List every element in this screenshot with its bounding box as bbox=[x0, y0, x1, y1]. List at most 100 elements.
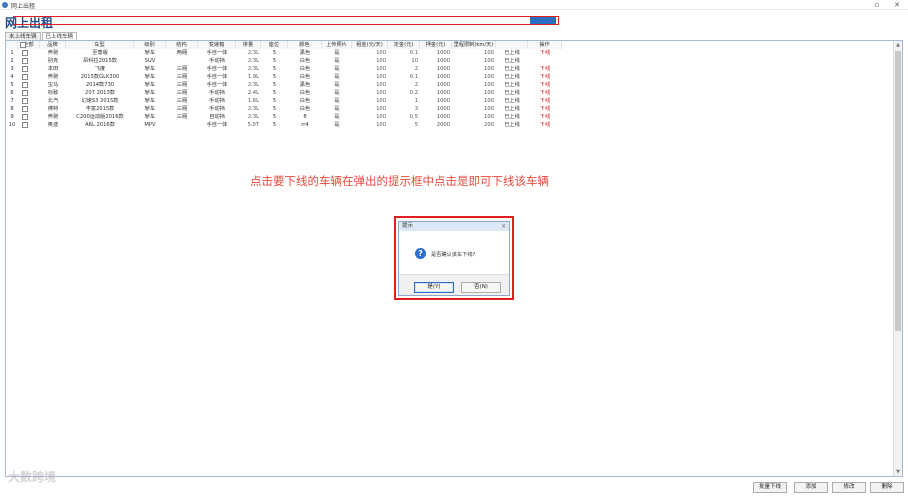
row-checkbox[interactable] bbox=[22, 114, 28, 120]
app-icon bbox=[2, 2, 8, 8]
table-row[interactable]: 9 奔驰 C200运动版2016款 轿车 三厢 自动挡 2.3L 5 8 是 100 0.5 1000 1… bbox=[6, 113, 562, 121]
offline-link[interactable]: 下线 bbox=[528, 81, 562, 89]
row-checkbox[interactable] bbox=[22, 82, 28, 88]
table-cell: 轿车 bbox=[144, 106, 156, 112]
offline-link[interactable]: 下线 bbox=[528, 105, 562, 113]
row-checkbox[interactable] bbox=[22, 50, 28, 56]
table-cell: 是 bbox=[334, 82, 340, 88]
offline-link[interactable]: 下线 bbox=[528, 65, 562, 73]
table-row[interactable]: 5 宝马 2014款730 轿车 三厢 手自一体 2.3L 5 黑色 是 100 2 1000 100 已上… bbox=[6, 81, 562, 89]
table-cell: 5 bbox=[10, 82, 14, 88]
column-header-3: 车型 bbox=[66, 41, 134, 49]
row-checkbox[interactable] bbox=[22, 90, 28, 96]
column-header-4: 级别 bbox=[134, 41, 166, 49]
table-cell: 是 bbox=[334, 98, 340, 104]
row-checkbox[interactable] bbox=[22, 122, 28, 128]
table-row[interactable]: 3 本田 飞度 轿车 三厢 手自一体 2.3L 5 白色 是 100 2 1000 100 已上线 下线 bbox=[6, 65, 562, 73]
column-header-6: 变速箱 bbox=[198, 41, 236, 49]
table-cell: 1000 bbox=[436, 50, 450, 56]
vertical-scrollbar[interactable]: ▲ ▼ bbox=[893, 41, 902, 476]
table-cell: 已上线 bbox=[504, 114, 520, 120]
row-checkbox[interactable] bbox=[22, 74, 28, 80]
table-cell: 白色 bbox=[299, 106, 311, 112]
table-cell: 三厢 bbox=[176, 106, 188, 112]
table-cell: 1.9L bbox=[247, 74, 259, 80]
scroll-down-icon[interactable]: ▼ bbox=[894, 468, 902, 476]
table-cell: 本田 bbox=[47, 66, 59, 72]
offline-link[interactable]: 下线 bbox=[528, 73, 562, 81]
table-cell: 三厢 bbox=[176, 74, 188, 80]
table-cell: 5 bbox=[272, 82, 277, 88]
table-cell: 5 bbox=[272, 122, 277, 128]
table-cell: 5 bbox=[272, 98, 277, 104]
restore-icon[interactable]: ▫ bbox=[870, 0, 884, 10]
table-row[interactable]: 4 奔驰 2015款GLK300 轿车 三厢 手自一体 1.9L 5 白色 是 100 0.1 1000… bbox=[6, 73, 562, 81]
column-header-14: 里程限制(km/天) bbox=[452, 41, 496, 49]
table-cell: 是 bbox=[334, 50, 340, 56]
table-cell: 三厢 bbox=[176, 114, 188, 120]
column-header-15 bbox=[496, 41, 528, 49]
table-row[interactable]: 6 标致 207 2013款 轿车 三厢 手动挡 2.4L 5 白色 是 100 0.2 1000 100… bbox=[6, 89, 562, 97]
column-header-2: 品牌 bbox=[40, 41, 66, 49]
table-cell: 2 bbox=[414, 82, 418, 88]
table-row[interactable]: 7 北汽 幻速S3 2015款 轿车 三厢 手动挡 1.6L 5 白色 是 100 1 1000 100 已… bbox=[6, 97, 562, 105]
table-cell: 是 bbox=[334, 74, 340, 80]
table-cell: 2.3L bbox=[247, 50, 259, 56]
table-cell: 是 bbox=[334, 58, 340, 64]
table-cell: 1000 bbox=[436, 66, 450, 72]
offline-link[interactable]: 下线 bbox=[528, 89, 562, 97]
dialog-close-icon[interactable]: ✕ bbox=[501, 222, 506, 231]
yes-button[interactable]: 是(Y) bbox=[414, 282, 454, 293]
batch-offline-button[interactable]: 批量下线 bbox=[753, 482, 787, 493]
table-row[interactable]: 8 佛特 丰富2015款 轿车 三厢 手动挡 2.3L 5 白色 是 100 3 1000 100 已上线 下… bbox=[6, 105, 562, 113]
table-cell: 3 bbox=[414, 106, 418, 112]
add-button[interactable]: 添加 bbox=[794, 482, 828, 493]
table-cell: 昂科拉2015款 bbox=[83, 58, 117, 64]
page-title: 网上出租 bbox=[5, 16, 54, 30]
table-cell: 100 bbox=[484, 82, 494, 88]
table-row[interactable]: 1 奔驰 至尊版 轿车 两厢 手自一体 2.3L 5 黑色 是 100 0.1 1000 100 已上线 下线 bbox=[6, 49, 562, 57]
table-cell: 7 bbox=[10, 98, 14, 104]
column-header-12: 定金(元) bbox=[388, 41, 420, 49]
table-cell: 5 bbox=[272, 66, 277, 72]
table-cell: 0.2 bbox=[409, 90, 418, 96]
table-cell: 手动挡 bbox=[209, 98, 225, 104]
scroll-thumb[interactable] bbox=[895, 51, 901, 331]
delete-button[interactable]: 删除 bbox=[870, 482, 904, 493]
table-cell: 白色 bbox=[299, 74, 311, 80]
table-row[interactable]: 10 奥迪 A6L 2016款 MPV 手自一体 5.0T 5 rr4 是 100 5 2000 200… bbox=[6, 121, 562, 129]
table-cell: 2 bbox=[10, 58, 14, 64]
table-cell: 100 bbox=[376, 98, 386, 104]
selected-offline-cell[interactable] bbox=[530, 17, 556, 24]
close-icon[interactable]: ✕ bbox=[890, 0, 904, 10]
table-cell: 100 bbox=[376, 58, 386, 64]
scroll-up-icon[interactable]: ▲ bbox=[894, 41, 902, 49]
table-cell: 已上线 bbox=[504, 98, 520, 104]
table-cell: 白色 bbox=[299, 66, 311, 72]
row-checkbox[interactable] bbox=[22, 66, 28, 72]
offline-link[interactable] bbox=[528, 57, 562, 65]
table-cell: 1000 bbox=[436, 98, 450, 104]
table-cell: 白色 bbox=[299, 58, 311, 64]
table-cell: 北汽 bbox=[47, 98, 59, 104]
offline-link[interactable]: 下线 bbox=[528, 113, 562, 121]
table-row[interactable]: 2 别克 昂科拉2015款 SUV 手动挡 2.3L 5 白色 是 100 10 1000 100 已上线 bbox=[6, 57, 562, 65]
table-cell: rr4 bbox=[301, 122, 309, 128]
offline-link[interactable]: 下线 bbox=[528, 121, 562, 129]
table-cell: 手动挡 bbox=[209, 58, 225, 64]
table-cell: 自动挡 bbox=[209, 114, 225, 120]
offline-link[interactable]: 下线 bbox=[528, 97, 562, 105]
row-checkbox[interactable] bbox=[22, 98, 28, 104]
table-cell: 是 bbox=[334, 106, 340, 112]
row-checkbox[interactable] bbox=[22, 58, 28, 64]
column-header-10: 上传照片 bbox=[322, 41, 352, 49]
no-button[interactable]: 否(N) bbox=[461, 282, 501, 293]
table-cell: 100 bbox=[484, 50, 494, 56]
row-checkbox[interactable] bbox=[22, 106, 28, 112]
table-cell: 丰富2015款 bbox=[85, 106, 115, 112]
select-all-checkbox[interactable] bbox=[20, 42, 26, 48]
column-header-13: 押金(元) bbox=[420, 41, 452, 49]
table-cell: 至尊版 bbox=[92, 50, 108, 56]
edit-button[interactable]: 修改 bbox=[832, 482, 866, 493]
offline-link[interactable]: 下线 bbox=[528, 49, 562, 57]
